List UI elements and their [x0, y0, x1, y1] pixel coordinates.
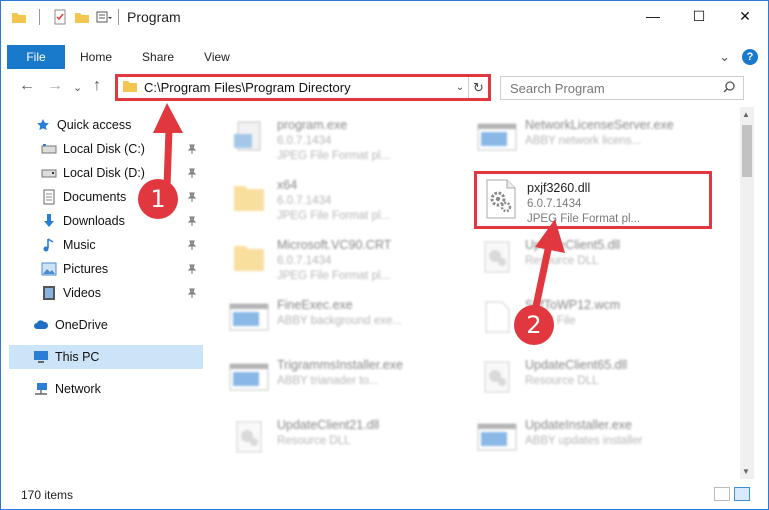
- arrow-2-head: [535, 219, 565, 253]
- explorer-window: Program — ☐ ✕ File Home Share View ⌄ ? ←…: [0, 0, 769, 510]
- step-2-badge: 2: [514, 305, 554, 345]
- arrow-1: [163, 125, 173, 191]
- annotation-arrows: [153, 103, 565, 315]
- arrow-1-head: [153, 103, 183, 133]
- step-1-badge: 1: [138, 179, 178, 219]
- arrow-2: [531, 241, 553, 315]
